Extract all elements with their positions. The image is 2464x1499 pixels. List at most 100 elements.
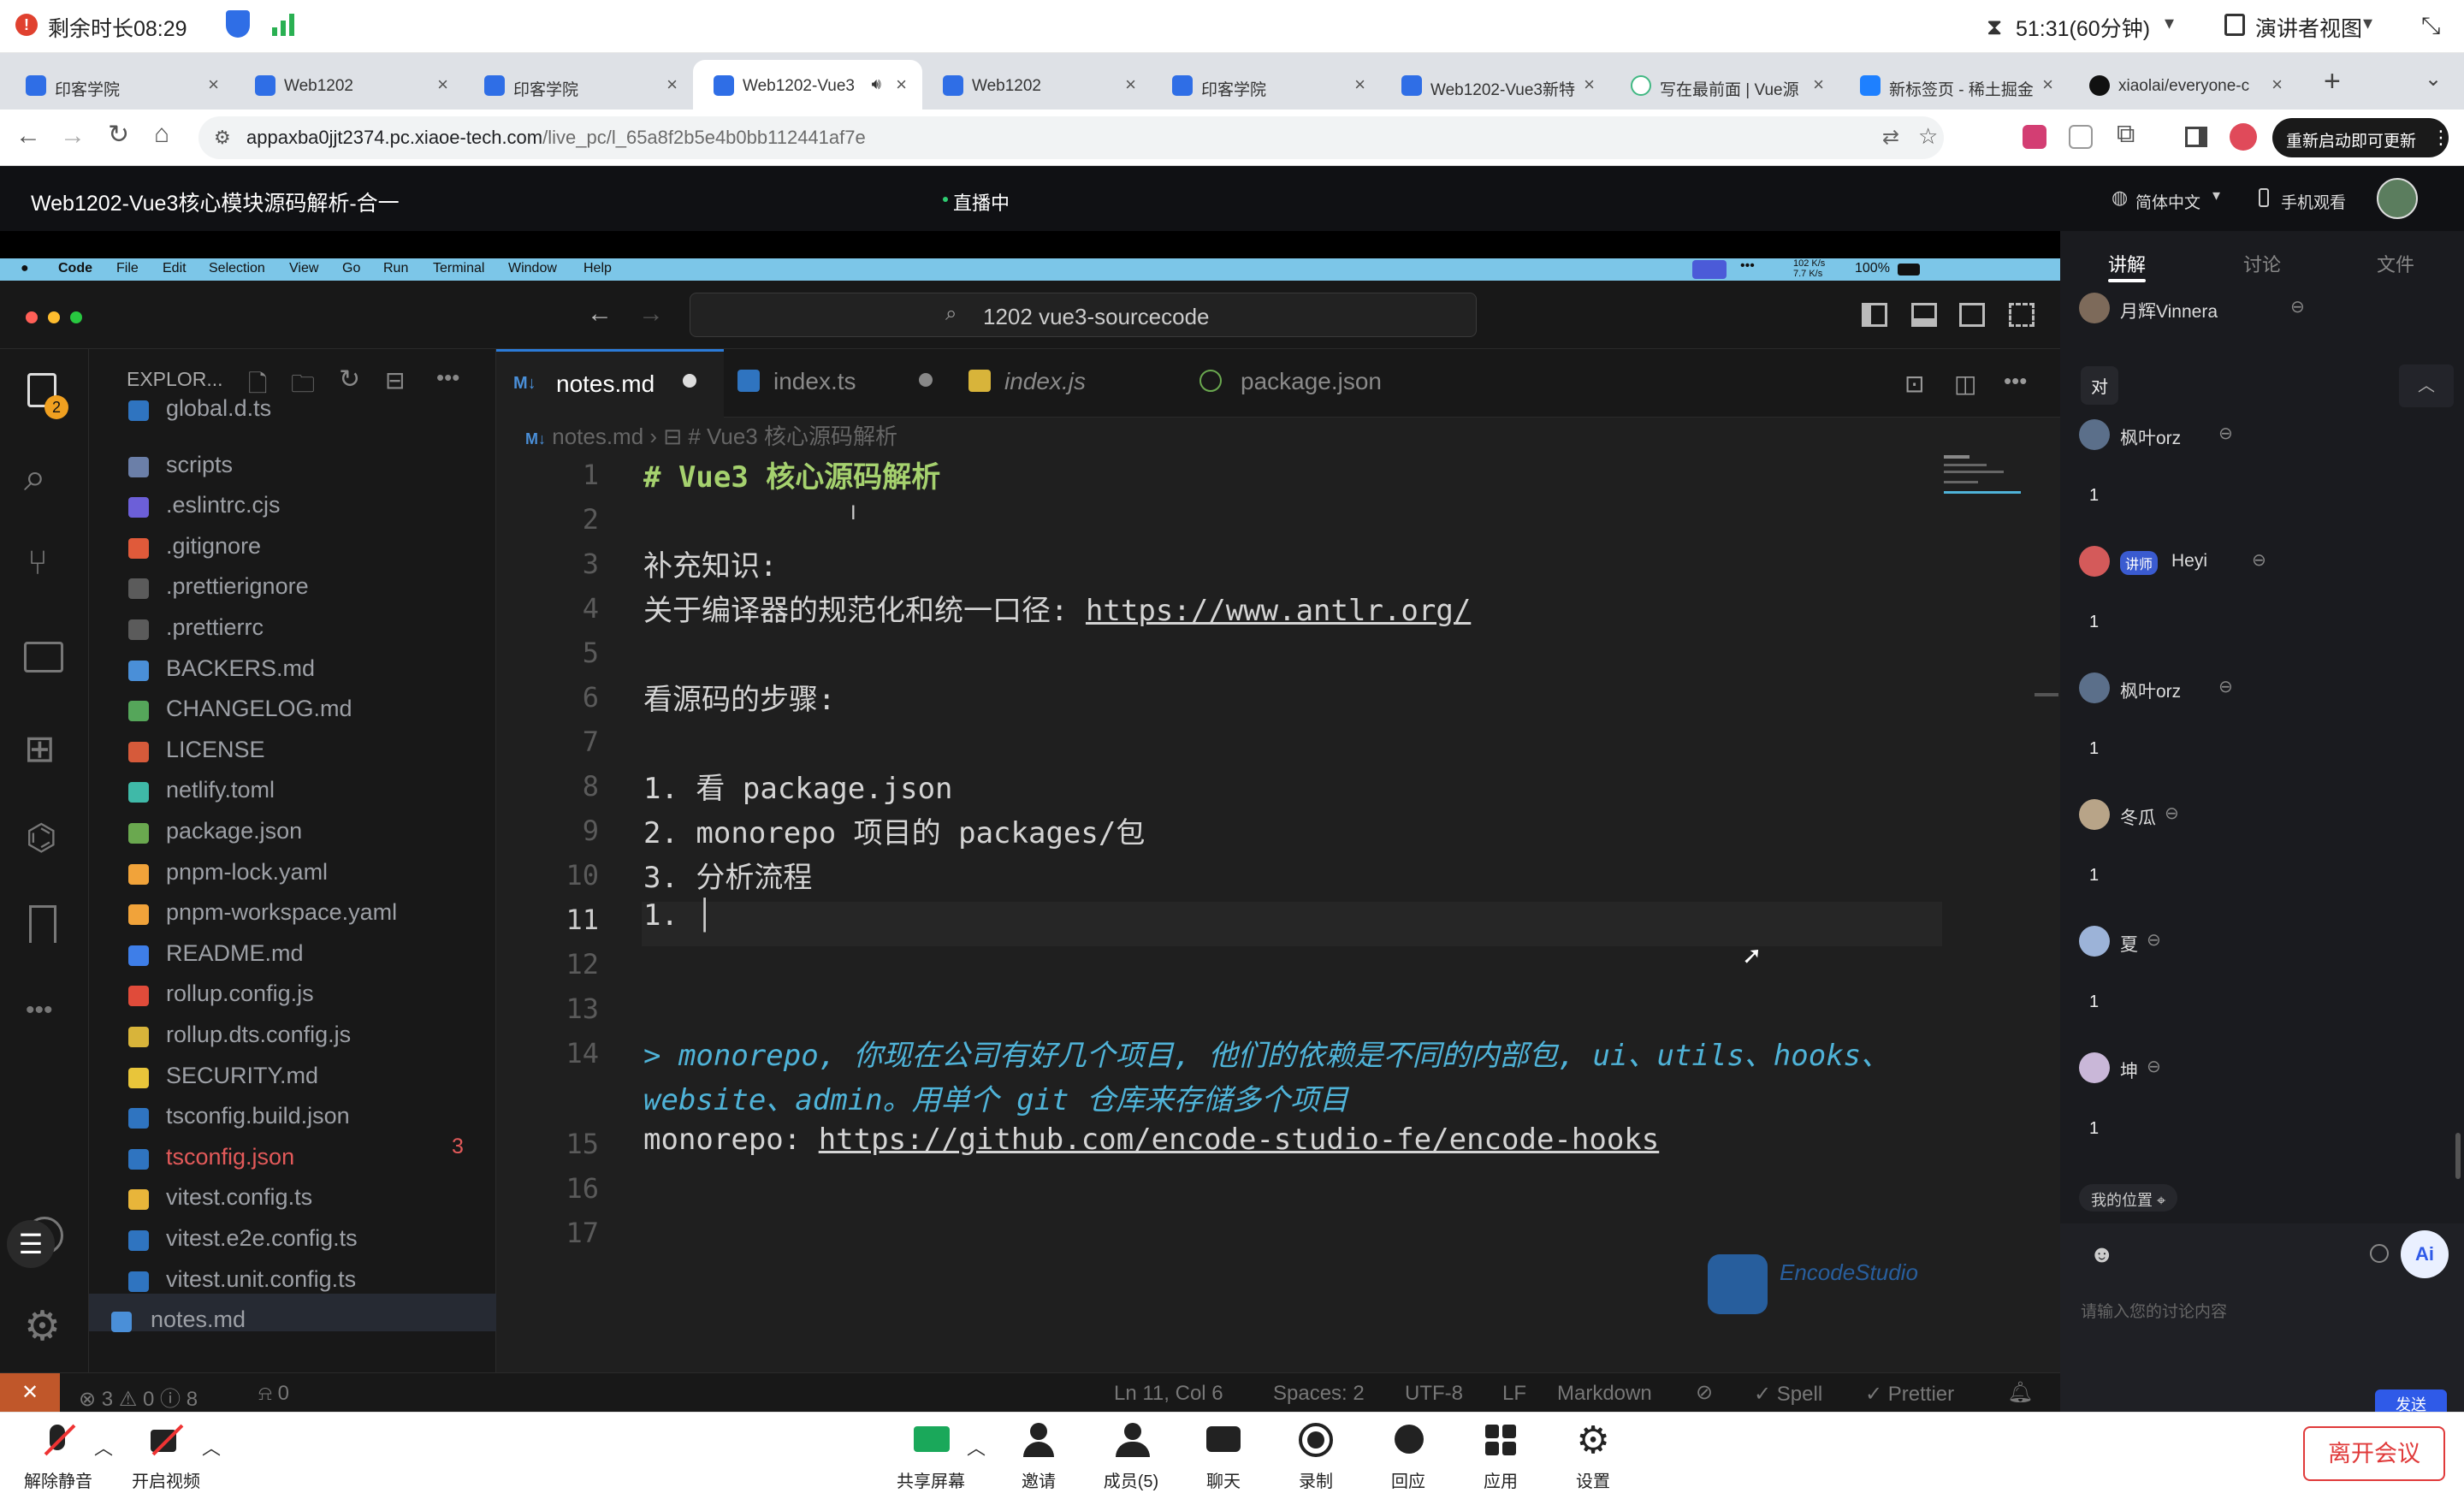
code-line[interactable]: > monorepo, 你现在公司有好几个项目, 他们的依赖是不同的内部包, u… bbox=[643, 1032, 1890, 1074]
radio-icon[interactable] bbox=[2370, 1244, 2389, 1263]
zoom-window-dot[interactable] bbox=[70, 311, 82, 323]
new-tab-icon[interactable]: + bbox=[2324, 65, 2341, 98]
file-item[interactable]: vitest.unit.config.ts bbox=[166, 1266, 356, 1293]
close-tab-icon[interactable]: × bbox=[2272, 74, 2283, 96]
code-line[interactable]: 看源码的步骤: bbox=[643, 676, 835, 718]
translate-icon[interactable]: ⇄ bbox=[1882, 125, 1899, 150]
prettier-indicator[interactable]: ✓ Prettier bbox=[1865, 1382, 1954, 1407]
code-line[interactable]: monorepo: https://github.com/encode-stud… bbox=[643, 1123, 1659, 1157]
file-item[interactable]: vitest.config.ts bbox=[166, 1184, 312, 1211]
breadcrumb-symbol[interactable]: # Vue3 核心源码解析 bbox=[688, 424, 897, 449]
close-tab-icon[interactable]: × bbox=[1584, 74, 1595, 96]
scroll-top-button[interactable]: ︿ bbox=[2399, 364, 2454, 407]
update-button[interactable]: 重新启动即可更新 ⋮ bbox=[2272, 118, 2450, 157]
home-icon[interactable]: ⌂ bbox=[154, 120, 169, 149]
file-item[interactable]: .prettierignore bbox=[166, 573, 309, 600]
breadcrumb-file[interactable]: notes.md bbox=[552, 424, 643, 449]
settings-gear-icon[interactable]: ⚙ bbox=[24, 1302, 61, 1350]
close-tab-icon[interactable]: × bbox=[1354, 74, 1365, 96]
forward-icon[interactable]: → bbox=[60, 121, 86, 151]
file-item[interactable]: LICENSE bbox=[166, 737, 265, 763]
more-options-icon[interactable]: ⊖ bbox=[2290, 296, 2305, 317]
spell-indicator[interactable]: ✓ Spell bbox=[1754, 1382, 1822, 1407]
file-item[interactable]: global.d.ts bbox=[166, 395, 271, 422]
extension-icon[interactable] bbox=[2069, 125, 2093, 149]
more-icon[interactable]: ••• bbox=[26, 996, 53, 1025]
browser-tab[interactable]: Web1202 × bbox=[234, 60, 464, 110]
apps-button[interactable]: 应用 bbox=[1458, 1423, 1543, 1492]
close-window-dot[interactable] bbox=[26, 311, 38, 323]
notifications-bell-icon[interactable]: 🔔︎ bbox=[2007, 1380, 2033, 1405]
chevron-up-icon[interactable]: ︿ bbox=[94, 1433, 113, 1460]
tab-index-ts[interactable]: index.ts bbox=[726, 349, 955, 418]
file-item[interactable]: rollup.config.js bbox=[166, 981, 314, 1007]
browser-tab[interactable]: 新标签页 - 稀土掘金 × bbox=[1839, 60, 2069, 110]
tab-package-json[interactable]: package.json bbox=[1188, 349, 1444, 418]
open-preview-icon[interactable]: ⊡ bbox=[1904, 370, 1924, 398]
editor-more-icon[interactable]: ••• bbox=[2004, 368, 2027, 394]
code-link[interactable]: https://github.com/encode-studio-fe/enco… bbox=[819, 1123, 1660, 1157]
code-line[interactable]: 1. │ bbox=[643, 898, 714, 933]
browser-tab[interactable]: 印客学院 × bbox=[5, 60, 234, 110]
refresh-icon[interactable]: ↻ bbox=[339, 364, 360, 394]
no-copilot-icon[interactable]: ⊘ bbox=[1696, 1380, 1713, 1405]
file-item[interactable]: notes.md bbox=[151, 1306, 246, 1333]
code-line[interactable]: 关于编译器的规范化和统一口径: https://www.antlr.org/ bbox=[643, 587, 1471, 629]
minimize-window-dot[interactable] bbox=[48, 311, 60, 323]
avatar[interactable] bbox=[2079, 1052, 2110, 1083]
start-video-button[interactable]: 开启视频 bbox=[123, 1423, 209, 1492]
share-screen-button[interactable]: 共享屏幕 bbox=[888, 1423, 974, 1492]
avatar[interactable] bbox=[2079, 672, 2110, 703]
chat-scrollbar[interactable] bbox=[2455, 1133, 2461, 1179]
remote-indicator[interactable]: ✕ bbox=[0, 1373, 60, 1413]
language-mode[interactable]: Markdown bbox=[1557, 1382, 1652, 1406]
browser-tab[interactable]: Web1202 × bbox=[922, 60, 1152, 110]
members-button[interactable]: 成员(5) bbox=[1088, 1423, 1174, 1492]
mobile-watch-button[interactable]: 手机观看 bbox=[2281, 190, 2346, 213]
eol[interactable]: LF bbox=[1502, 1382, 1526, 1406]
file-item[interactable]: .gitignore bbox=[166, 533, 261, 560]
code-line[interactable]: 2. monorepo 项目的 packages/包 bbox=[643, 809, 1145, 851]
code-link[interactable]: https://www.antlr.org/ bbox=[1086, 594, 1471, 628]
code-line[interactable]: 补充知识: bbox=[643, 542, 777, 584]
tab-lecture[interactable]: 讲解 bbox=[2108, 250, 2146, 277]
new-folder-icon[interactable]: 🗀 bbox=[291, 366, 315, 407]
site-info-icon[interactable]: ⚙ bbox=[214, 127, 231, 149]
file-item[interactable]: README.md bbox=[166, 940, 304, 967]
remote-explorer-icon[interactable] bbox=[24, 642, 63, 672]
file-item[interactable]: SECURITY.md bbox=[166, 1063, 318, 1089]
customize-layout-icon[interactable] bbox=[2009, 303, 2035, 327]
bookmark-star-icon[interactable]: ☆ bbox=[1918, 123, 1938, 150]
user-avatar[interactable] bbox=[2377, 178, 2418, 219]
extension-icon[interactable] bbox=[2023, 125, 2046, 149]
reload-icon[interactable]: ↻ bbox=[108, 120, 129, 150]
chevron-down-icon[interactable]: ▾ bbox=[2212, 187, 2220, 204]
unmute-button[interactable]: 解除静音 bbox=[15, 1423, 101, 1492]
ports-indicator[interactable]: ⍾ 0 bbox=[258, 1382, 289, 1406]
close-tab-icon[interactable]: × bbox=[208, 74, 219, 96]
command-center[interactable]: ⌕ 1202 vue3-sourcecode bbox=[690, 293, 1477, 337]
nav-back-icon[interactable]: ← bbox=[587, 299, 613, 329]
back-icon[interactable]: ← bbox=[15, 121, 41, 151]
chevron-down-icon[interactable]: ▾ bbox=[2363, 12, 2372, 34]
file-item[interactable]: CHANGELOG.md bbox=[166, 696, 352, 722]
tab-index-js[interactable]: index.js bbox=[957, 349, 1186, 418]
encoding[interactable]: UTF-8 bbox=[1405, 1382, 1463, 1406]
search-icon[interactable]: ⌕ bbox=[24, 453, 46, 501]
browser-tab[interactable]: 印客学院 × bbox=[1152, 60, 1381, 110]
avatar[interactable] bbox=[2079, 293, 2110, 323]
close-tab-icon[interactable]: × bbox=[896, 74, 907, 96]
audio-icon[interactable]: 🔊︎ bbox=[872, 75, 881, 93]
profile-avatar[interactable] bbox=[2230, 123, 2257, 151]
file-item[interactable]: netlify.toml bbox=[166, 777, 275, 803]
more-options-icon[interactable]: ⊖ bbox=[2147, 929, 2161, 951]
settings-button[interactable]: ⚙ 设置 bbox=[1550, 1422, 1636, 1492]
reaction-button[interactable]: 回应 bbox=[1365, 1423, 1451, 1492]
puzzle-icon[interactable]: ⧉ bbox=[2117, 120, 2135, 149]
language-select[interactable]: 简体中文 bbox=[2135, 190, 2200, 213]
send-button[interactable]: 发送 bbox=[2375, 1389, 2447, 1413]
browser-tab[interactable]: xiaolai/everyone-c × bbox=[2069, 60, 2298, 110]
close-tab-icon[interactable]: × bbox=[1125, 74, 1136, 96]
tab-files[interactable]: 文件 bbox=[2377, 250, 2414, 277]
sidepanel-icon[interactable] bbox=[2185, 127, 2207, 147]
